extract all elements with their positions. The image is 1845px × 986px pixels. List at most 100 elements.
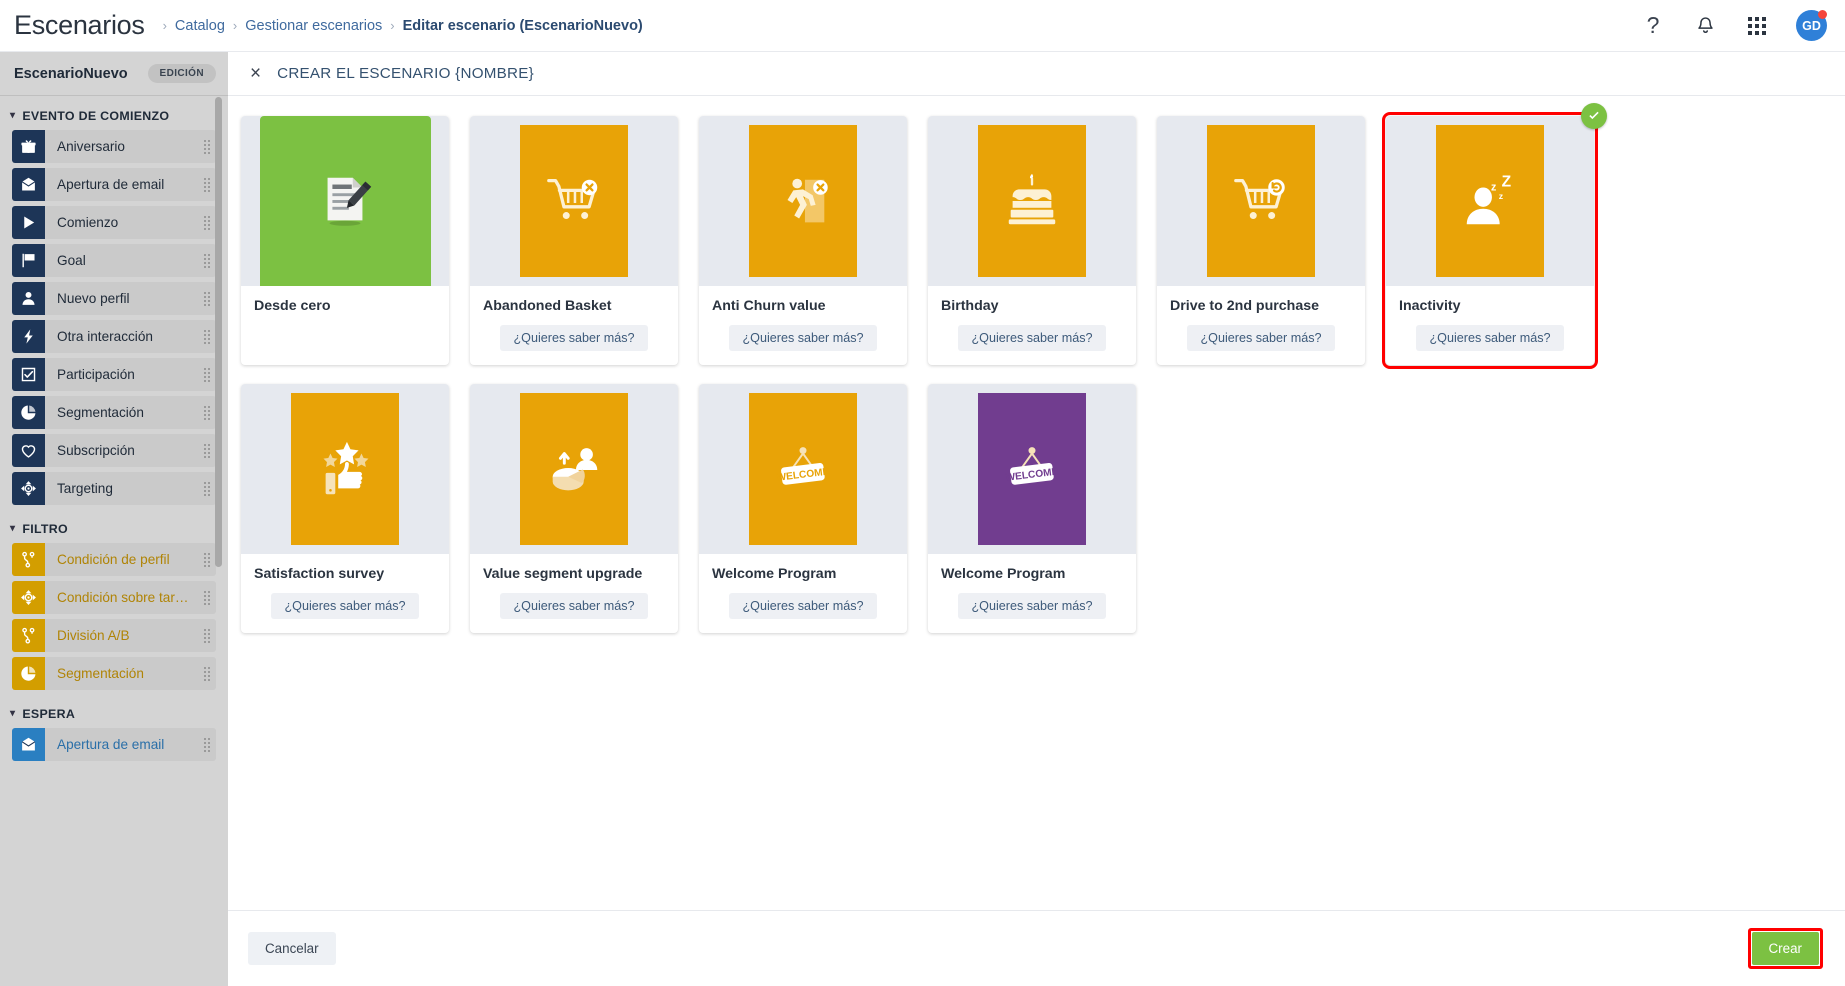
breadcrumb: › Catalog › Gestionar escenarios › Edita… [163, 18, 643, 34]
card-title: Value segment upgrade [483, 566, 643, 583]
drag-handle-icon[interactable] [204, 139, 210, 154]
sidebar-item-segmentaci-n[interactable]: Segmentación [12, 657, 216, 690]
drag-handle-icon[interactable] [204, 443, 210, 458]
breadcrumb-item-editar-escenario[interactable]: Editar escenario (EscenarioNuevo) [403, 18, 643, 34]
know-more-button[interactable]: ¿Quieres saber más? [500, 325, 648, 352]
drag-handle-icon[interactable] [204, 367, 210, 382]
sleeping-user-icon: Zzz [1436, 125, 1544, 277]
sidebar-item-targeting[interactable]: Targeting [12, 472, 216, 505]
drag-handle-icon[interactable] [204, 215, 210, 230]
know-more-button[interactable]: ¿Quieres saber más? [958, 593, 1106, 620]
drag-handle-icon[interactable] [204, 253, 210, 268]
sidebar-item-comienzo[interactable]: Comienzo [12, 206, 216, 239]
avatar[interactable]: GD [1796, 10, 1827, 41]
sidebar-item-subscripci-n[interactable]: Subscripción [12, 434, 216, 467]
drag-handle-icon[interactable] [204, 177, 210, 192]
sidebar-item-nuevo-perfil[interactable]: Nuevo perfil [12, 282, 216, 315]
drag-handle-icon[interactable] [204, 552, 210, 567]
card-thumbnail [928, 116, 1136, 286]
sidebar-section-evento-de-comienzo[interactable]: ▾ EVENTO DE COMIENZO [0, 97, 228, 130]
flag-icon [12, 244, 45, 277]
document-pencil-icon [259, 116, 431, 286]
scenario-card-value-segment-upgrade[interactable]: Value segment upgrade ¿Quieres saber más? [470, 384, 678, 634]
know-more-button[interactable]: ¿Quieres saber más? [729, 593, 877, 620]
scenario-card-satisfaction-survey[interactable]: Satisfaction survey ¿Quieres saber más? [241, 384, 449, 634]
page-title: Escenarios [14, 10, 145, 40]
card-title: Inactivity [1399, 298, 1461, 314]
close-icon[interactable]: × [244, 64, 267, 83]
drag-handle-icon[interactable] [204, 590, 210, 605]
sidebar-item-condici-n-de-perfil[interactable]: Condición de perfil [12, 543, 216, 576]
card-body: Satisfaction survey ¿Quieres saber más? [241, 554, 449, 633]
pie-upgrade-icon [520, 393, 628, 546]
card-body: Drive to 2nd purchase ¿Quieres saber más? [1157, 286, 1365, 365]
drag-handle-icon[interactable] [204, 329, 210, 344]
card-thumbnail [241, 116, 449, 286]
drag-handle-icon[interactable] [204, 628, 210, 643]
lightning-icon [12, 320, 45, 353]
sidebar-item-label: Apertura de email [57, 177, 165, 192]
know-more-button[interactable]: ¿Quieres saber más? [1416, 325, 1564, 352]
grid-apps-icon[interactable] [1744, 13, 1770, 39]
drag-handle-icon[interactable] [204, 405, 210, 420]
sidebar-section-espera[interactable]: ▾ ESPERA [0, 695, 228, 728]
checkbox-icon [12, 358, 45, 391]
know-more-button[interactable]: ¿Quieres saber más? [1187, 325, 1335, 352]
cancel-button[interactable]: Cancelar [248, 932, 336, 965]
drag-handle-icon[interactable] [204, 666, 210, 681]
scenario-card-welcome-program[interactable]: WELCOME Welcome Program ¿Quieres saber más… [699, 384, 907, 634]
gift-icon [12, 130, 45, 163]
breadcrumb-separator: › [162, 18, 167, 33]
breadcrumb-item-catalog[interactable]: Catalog [175, 18, 225, 34]
sidebar-section-label: ESPERA [22, 707, 76, 721]
sidebar-item-goal[interactable]: Goal [12, 244, 216, 277]
sidebar-item-label: Comienzo [57, 215, 119, 230]
sidebar-item-apertura-de-email[interactable]: Apertura de email [12, 728, 216, 761]
target-icon [12, 472, 45, 505]
sidebar-scrollbar[interactable] [215, 97, 222, 567]
sidebar-section-filtro[interactable]: ▾ FILTRO [0, 510, 228, 543]
drag-handle-icon[interactable] [204, 737, 210, 752]
branch-icon [12, 543, 45, 576]
create-button[interactable]: Crear [1751, 932, 1819, 965]
scenario-card-drive-to-2nd-purchase[interactable]: Drive to 2nd purchase ¿Quieres saber más? [1157, 116, 1365, 366]
breadcrumb-item-gestionar-escenarios[interactable]: Gestionar escenarios [245, 18, 382, 34]
sidebar-item-label: Aniversario [57, 139, 125, 154]
help-icon[interactable]: ? [1640, 13, 1666, 39]
scenario-card-desde-cero[interactable]: Desde cero [241, 116, 449, 366]
sidebar-item-aniversario[interactable]: Aniversario [12, 130, 216, 163]
sidebar-item-condici-n-sobre-targeti[interactable]: Condición sobre targeti... [12, 581, 216, 614]
card-title: Satisfaction survey [254, 566, 385, 583]
sidebar-item-segmentaci-n[interactable]: Segmentación [12, 396, 216, 429]
know-more-button[interactable]: ¿Quieres saber más? [500, 593, 648, 620]
scenario-card-anti-churn-value[interactable]: Anti Churn value ¿Quieres saber más? [699, 116, 907, 366]
sidebar-item-label: Otra interacción [57, 329, 153, 344]
know-more-button[interactable]: ¿Quieres saber más? [729, 325, 877, 352]
envelope-open-icon [12, 728, 45, 761]
card-thumbnail [1157, 116, 1365, 286]
drag-handle-icon[interactable] [204, 291, 210, 306]
scenario-card-welcome-program[interactable]: WELCOME Welcome Program ¿Quieres saber más… [928, 384, 1136, 634]
drag-handle-icon[interactable] [204, 481, 210, 496]
sidebar-item-apertura-de-email[interactable]: Apertura de email [12, 168, 216, 201]
svg-text:z: z [1499, 191, 1504, 201]
sidebar-item-participaci-n[interactable]: Participación [12, 358, 216, 391]
scenario-card-inactivity[interactable]: Zz z Inactivity ¿Quieres saber más? [1382, 103, 1607, 370]
sidebar-item-otra-interacci-n[interactable]: Otra interacción [12, 320, 216, 353]
card-title: Anti Churn value [712, 298, 826, 314]
svg-text:Z: Z [1502, 173, 1512, 190]
bell-icon[interactable] [1692, 13, 1718, 39]
sidebar-item-divisi-n-a-b[interactable]: División A/B [12, 619, 216, 652]
card-thumbnail [699, 116, 907, 286]
scenario-card-abandoned-basket[interactable]: Abandoned Basket ¿Quieres saber más? [470, 116, 678, 366]
card-title: Desde cero [254, 298, 331, 314]
scenario-card-birthday[interactable]: Birthday ¿Quieres saber más? [928, 116, 1136, 366]
user-icon [12, 282, 45, 315]
heart-icon [12, 434, 45, 467]
know-more-button[interactable]: ¿Quieres saber más? [958, 325, 1106, 352]
sidebar-item-label: Apertura de email [57, 737, 165, 752]
breadcrumb-separator: › [232, 18, 238, 33]
sidebar-scroll-area: ▾ EVENTO DE COMIENZO Aniversario Apertura d… [0, 97, 228, 986]
know-more-button[interactable]: ¿Quieres saber más? [271, 593, 419, 620]
card-thumbnail [241, 384, 449, 555]
